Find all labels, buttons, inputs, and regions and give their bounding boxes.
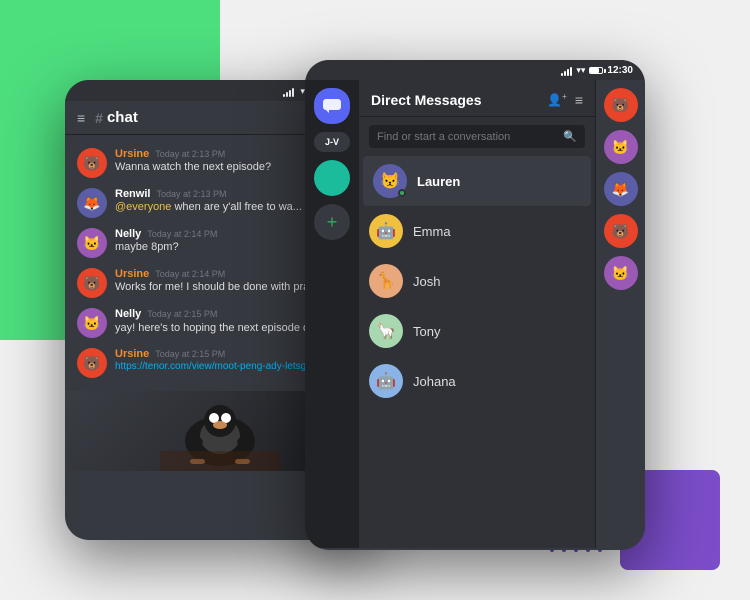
chat-bubble-icon	[323, 99, 341, 113]
contact-name-emma: Emma	[413, 224, 451, 239]
phone-right: ▾▾ 12:30 J-V +	[305, 60, 645, 550]
dm-contact-josh[interactable]: 🦒 Josh	[359, 256, 595, 306]
right-signal-icon	[561, 66, 572, 76]
contact-name-lauren: Lauren	[417, 174, 460, 189]
avatar-wrapper-johana: 🤖	[369, 364, 403, 398]
avatar-ursine-1: 🐻	[77, 148, 107, 178]
avatar-ursine-3: 🐻	[77, 348, 107, 378]
preview-avatar-3: 🦊	[604, 172, 638, 206]
dm-right-col: 🐻 🐱 🦊 🐻 🐱	[595, 80, 645, 548]
msg-username-3: Nelly	[115, 228, 141, 240]
add-dm-icon[interactable]: 👤+	[547, 92, 567, 108]
dm-contact-lauren[interactable]: 😾 Lauren	[363, 156, 591, 206]
preview-avatar-4: 🐻	[604, 214, 638, 248]
dm-contact-johana[interactable]: 🤖 Johana	[359, 356, 595, 406]
dm-header-icons: 👤+ ≡	[547, 92, 583, 108]
avatar-johana: 🤖	[369, 364, 403, 398]
avatar-wrapper-emma: 🤖	[369, 214, 403, 248]
dm-contacts-list: 😾 Lauren 🤖 Emma 🦒	[359, 156, 595, 548]
dm-contact-tony[interactable]: 🦙 Tony	[359, 306, 595, 356]
preview-avatar-5: 🐱	[604, 256, 638, 290]
avatar-emma: 🤖	[369, 214, 403, 248]
signal-icon	[283, 87, 294, 97]
dm-jv-label[interactable]: J-V	[314, 132, 350, 152]
avatar-wrapper-josh: 🦒	[369, 264, 403, 298]
preview-avatar-1: 🐻	[604, 88, 638, 122]
right-status-icons: ▾▾ 12:30	[561, 65, 633, 76]
msg-username-2: Renwil	[115, 188, 150, 200]
msg-username-6: Ursine	[115, 348, 149, 360]
preview-avatar-2: 🐱	[604, 130, 638, 164]
contact-name-tony: Tony	[413, 324, 440, 339]
avatar-ursine-2: 🐻	[77, 268, 107, 298]
dm-teal-icon[interactable]	[314, 160, 350, 196]
hamburger-icon[interactable]: ≡	[77, 110, 85, 126]
right-time: 12:30	[607, 65, 633, 76]
dm-contact-emma[interactable]: 🤖 Emma	[359, 206, 595, 256]
avatar-nelly-2: 🐱	[77, 308, 107, 338]
dm-search-icon: 🔍	[563, 130, 577, 143]
avatar-nelly-1: 🐱	[77, 228, 107, 258]
channel-hash-icon: #	[95, 110, 103, 126]
msg-time-6: Today at 2:15 PM	[155, 349, 225, 359]
msg-time-4: Today at 2:14 PM	[155, 269, 225, 279]
dm-sidebar: J-V +	[305, 80, 359, 548]
dm-panel: Direct Messages 👤+ ≡ Find or start a con…	[359, 80, 595, 548]
hamburger-dm-icon[interactable]: ≡	[575, 92, 583, 108]
channel-name: # chat	[95, 109, 138, 126]
msg-time-1: Today at 2:13 PM	[155, 149, 225, 159]
avatar-renwil: 🦊	[77, 188, 107, 218]
dm-title: Direct Messages	[371, 92, 482, 108]
msg-time-5: Today at 2:15 PM	[147, 309, 217, 319]
contact-name-josh: Josh	[413, 274, 440, 289]
avatar-wrapper-tony: 🦙	[369, 314, 403, 348]
dm-layout: J-V + Direct Messages 👤+ ≡ Find or start…	[305, 80, 645, 548]
msg-time-3: Today at 2:14 PM	[147, 229, 217, 239]
dm-chat-icon[interactable]	[314, 88, 350, 124]
penguin-svg	[160, 391, 280, 471]
right-battery-icon	[589, 67, 603, 74]
msg-username-4: Ursine	[115, 268, 149, 280]
avatar-josh: 🦒	[369, 264, 403, 298]
dm-header: Direct Messages 👤+ ≡	[359, 80, 595, 117]
msg-username-5: Nelly	[115, 308, 141, 320]
status-dot-lauren	[398, 189, 406, 197]
right-status-bar: ▾▾ 12:30	[305, 60, 645, 80]
phones-wrapper: ▾▾ 12:30 ≡ # chat 🔍 👥 🐻 Ursine	[35, 40, 715, 560]
contact-name-johana: Johana	[413, 374, 456, 389]
msg-username-1: Ursine	[115, 148, 149, 160]
dm-search-bar[interactable]: Find or start a conversation 🔍	[369, 125, 585, 148]
avatar-tony: 🦙	[369, 314, 403, 348]
avatar-wrapper-lauren: 😾	[373, 164, 407, 198]
right-wifi-icon: ▾▾	[576, 65, 585, 76]
dm-search-placeholder: Find or start a conversation	[377, 131, 557, 143]
msg-time-2: Today at 2:13 PM	[156, 189, 226, 199]
dm-add-server-icon[interactable]: +	[314, 204, 350, 240]
